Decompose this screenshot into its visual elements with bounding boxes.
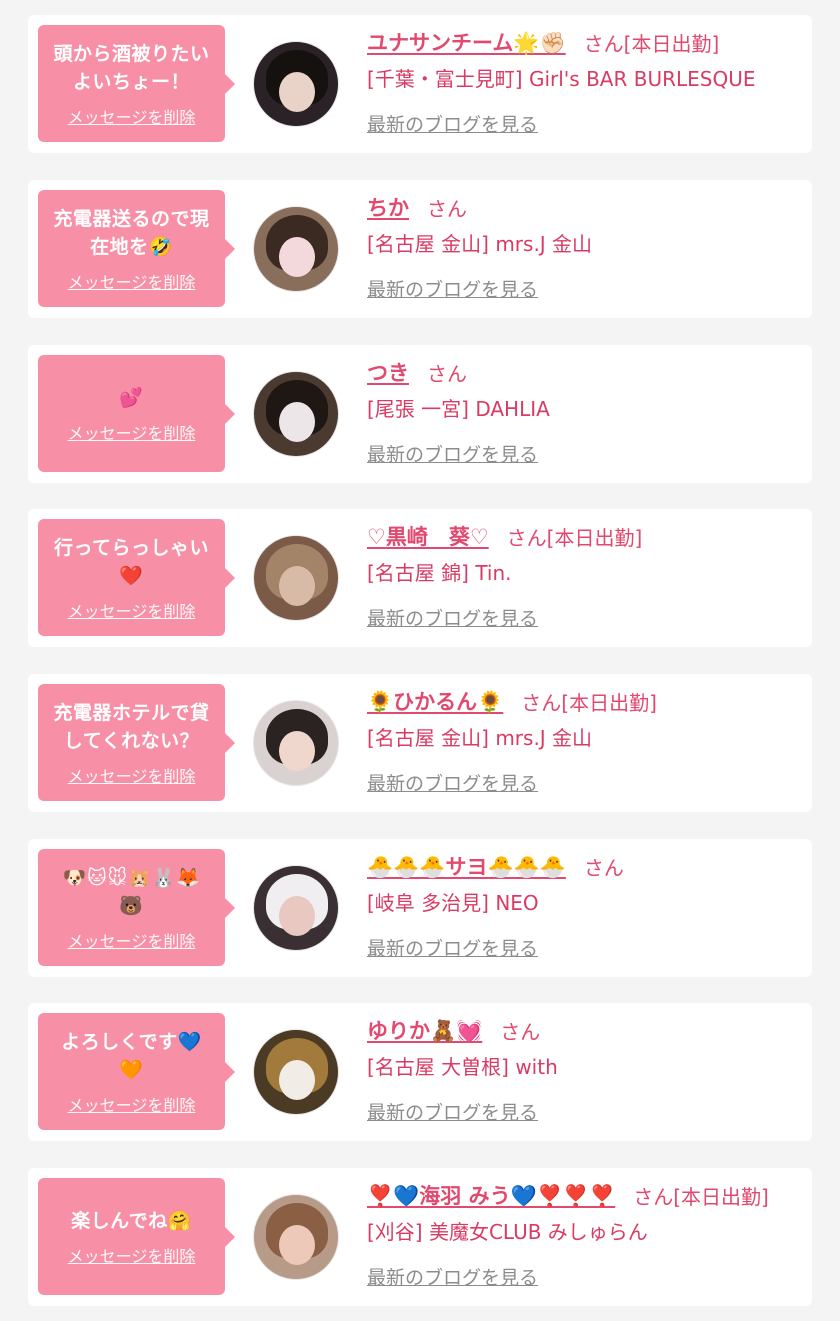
- name-row: 🌻ひかるん🌻 さん[本日出勤]: [367, 686, 802, 716]
- profile-name-link[interactable]: ❣️💙海羽 みう💙❣️❣️❣️: [367, 1180, 615, 1210]
- message-bubble: 行ってらっしゃい ❤️ メッセージを削除: [38, 519, 235, 636]
- profile-info: 🐣🐣🐣サヨ🐣🐣🐣 さん [岐阜 多治見] NEO 最新のブログを見る: [367, 851, 802, 961]
- name-suffix: さん[本日出勤]: [506, 525, 643, 550]
- delete-message-link[interactable]: メッセージを削除: [68, 598, 196, 622]
- shop-label: [尾張 一宮] DAHLIA: [367, 397, 550, 421]
- name-row: ❣️💙海羽 みう💙❣️❣️❣️ さん[本日出勤]: [367, 1180, 802, 1210]
- profile-name-link[interactable]: 🌻ひかるん🌻: [367, 686, 503, 716]
- avatar[interactable]: [253, 535, 339, 621]
- profile-name-link[interactable]: ちか: [367, 192, 409, 222]
- message-bubble: 頭から酒被りたい よいちょー！ メッセージを削除: [38, 25, 235, 142]
- name-row: ユナサンチーム🌟✊🏻 さん[本日出勤]: [367, 27, 802, 57]
- name-row: つき さん: [367, 357, 802, 387]
- name-row: ゆりか🧸💓 さん: [367, 1015, 802, 1045]
- message-card: 行ってらっしゃい ❤️ メッセージを削除 ♡黒崎 葵♡ さん[本日出勤] [名古…: [28, 509, 812, 647]
- name-suffix: さん: [427, 196, 467, 221]
- message-card: 充電器ホテルで貸 してくれない？ メッセージを削除 🌻ひかるん🌻 さん[本日出勤…: [28, 674, 812, 812]
- message-card: 充電器送るので現 在地を🤣 メッセージを削除 ちか さん [名古屋 金山] mr…: [28, 180, 812, 318]
- message-text: 行ってらっしゃい ❤️: [53, 536, 210, 587]
- profile-info: ちか さん [名古屋 金山] mrs.J 金山 最新のブログを見る: [367, 192, 802, 302]
- message-bubble: 充電器ホテルで貸 してくれない？ メッセージを削除: [38, 684, 235, 801]
- profile-name-link[interactable]: ゆりか🧸💓: [367, 1015, 482, 1045]
- message-list: 頭から酒被りたい よいちょー！ メッセージを削除 ユナサンチーム🌟✊🏻 さん[本…: [0, 0, 840, 1321]
- message-text: 頭から酒被りたい よいちょー！: [53, 42, 210, 93]
- profile-name-link[interactable]: ユナサンチーム🌟✊🏻: [367, 27, 566, 57]
- profile-info: 🌻ひかるん🌻 さん[本日出勤] [名古屋 金山] mrs.J 金山 最新のブログ…: [367, 686, 802, 796]
- latest-blog-link[interactable]: 最新のブログを見る: [367, 769, 538, 796]
- avatar[interactable]: [253, 865, 339, 951]
- message-bubble: 充電器送るので現 在地を🤣 メッセージを削除: [38, 190, 235, 307]
- avatar[interactable]: [253, 1194, 339, 1280]
- message-text: 充電器送るので現 在地を🤣: [53, 207, 210, 258]
- profile-info: つき さん [尾張 一宮] DAHLIA 最新のブログを見る: [367, 357, 802, 467]
- latest-blog-link[interactable]: 最新のブログを見る: [367, 110, 538, 137]
- delete-message-link[interactable]: メッセージを削除: [68, 928, 196, 952]
- profile-name-link[interactable]: つき: [367, 357, 409, 387]
- latest-blog-link[interactable]: 最新のブログを見る: [367, 1263, 538, 1290]
- shop-label: [名古屋 金山] mrs.J 金山: [367, 726, 593, 750]
- delete-message-link[interactable]: メッセージを削除: [68, 269, 196, 293]
- avatar[interactable]: [253, 206, 339, 292]
- profile-info: ゆりか🧸💓 さん [名古屋 大曽根] with 最新のブログを見る: [367, 1015, 802, 1125]
- message-card: 楽しんでね🤗 メッセージを削除 ❣️💙海羽 みう💙❣️❣️❣️ さん[本日出勤]…: [28, 1168, 812, 1306]
- message-bubble: 楽しんでね🤗 メッセージを削除: [38, 1178, 235, 1295]
- name-suffix: さん: [427, 361, 467, 386]
- message-bubble: 🐶🐱🐭🐹🐰🦊 🐻 メッセージを削除: [38, 849, 235, 966]
- message-text: 💕: [119, 386, 144, 409]
- latest-blog-link[interactable]: 最新のブログを見る: [367, 275, 538, 302]
- message-text: よろしくです💙 🧡: [61, 1030, 202, 1081]
- profile-info: ❣️💙海羽 みう💙❣️❣️❣️ さん[本日出勤] [刈谷] 美魔女CLUB みし…: [367, 1180, 802, 1290]
- avatar[interactable]: [253, 700, 339, 786]
- message-card: 💕 メッセージを削除 つき さん [尾張 一宮] DAHLIA 最新のブログを見…: [28, 345, 812, 483]
- delete-message-link[interactable]: メッセージを削除: [68, 1243, 196, 1267]
- profile-info: ♡黒崎 葵♡ さん[本日出勤] [名古屋 錦] Tin. 最新のブログを見る: [367, 521, 802, 631]
- name-suffix: さん: [500, 1019, 541, 1044]
- avatar[interactable]: [253, 1029, 339, 1115]
- profile-name-link[interactable]: ♡黒崎 葵♡: [367, 521, 489, 551]
- delete-message-link[interactable]: メッセージを削除: [68, 763, 196, 787]
- message-card: よろしくです💙 🧡 メッセージを削除 ゆりか🧸💓 さん [名古屋 大曽根] wi…: [28, 1003, 812, 1141]
- avatar[interactable]: [253, 371, 339, 457]
- latest-blog-link[interactable]: 最新のブログを見る: [367, 440, 538, 467]
- shop-label: [千葉・富士見町] Girl's BAR BURLESQUE: [367, 67, 756, 91]
- delete-message-link[interactable]: メッセージを削除: [68, 420, 196, 444]
- name-row: ちか さん: [367, 192, 802, 222]
- latest-blog-link[interactable]: 最新のブログを見る: [367, 1098, 538, 1125]
- shop-label: [刈谷] 美魔女CLUB みしゅらん: [367, 1220, 648, 1244]
- message-card: 🐶🐱🐭🐹🐰🦊 🐻 メッセージを削除 🐣🐣🐣サヨ🐣🐣🐣 さん [岐阜 多治見] N…: [28, 839, 812, 977]
- profile-info: ユナサンチーム🌟✊🏻 さん[本日出勤] [千葉・富士見町] Girl's BAR…: [367, 27, 802, 137]
- message-text: 楽しんでね🤗: [71, 1209, 192, 1232]
- shop-label: [名古屋 錦] Tin.: [367, 561, 512, 585]
- name-suffix: さん[本日出勤]: [633, 1184, 769, 1209]
- name-row: ♡黒崎 葵♡ さん[本日出勤]: [367, 521, 802, 551]
- message-bubble: よろしくです💙 🧡 メッセージを削除: [38, 1013, 235, 1130]
- delete-message-link[interactable]: メッセージを削除: [68, 1092, 196, 1116]
- profile-name-link[interactable]: 🐣🐣🐣サヨ🐣🐣🐣: [367, 851, 566, 881]
- message-text: 充電器ホテルで貸 してくれない？: [53, 701, 210, 752]
- latest-blog-link[interactable]: 最新のブログを見る: [367, 934, 538, 961]
- name-suffix: さん[本日出勤]: [583, 31, 720, 56]
- shop-label: [名古屋 金山] mrs.J 金山: [367, 232, 593, 256]
- shop-label: [岐阜 多治見] NEO: [367, 891, 539, 915]
- shop-label: [名古屋 大曽根] with: [367, 1055, 558, 1079]
- delete-message-link[interactable]: メッセージを削除: [68, 104, 196, 128]
- latest-blog-link[interactable]: 最新のブログを見る: [367, 604, 538, 631]
- avatar[interactable]: [253, 41, 339, 127]
- name-suffix: さん[本日出勤]: [521, 690, 657, 715]
- message-card: 頭から酒被りたい よいちょー！ メッセージを削除 ユナサンチーム🌟✊🏻 さん[本…: [28, 15, 812, 153]
- message-bubble: 💕 メッセージを削除: [38, 355, 235, 472]
- name-row: 🐣🐣🐣サヨ🐣🐣🐣 さん: [367, 851, 802, 881]
- message-text: 🐶🐱🐭🐹🐰🦊 🐻: [62, 866, 201, 917]
- name-suffix: さん: [583, 855, 624, 880]
